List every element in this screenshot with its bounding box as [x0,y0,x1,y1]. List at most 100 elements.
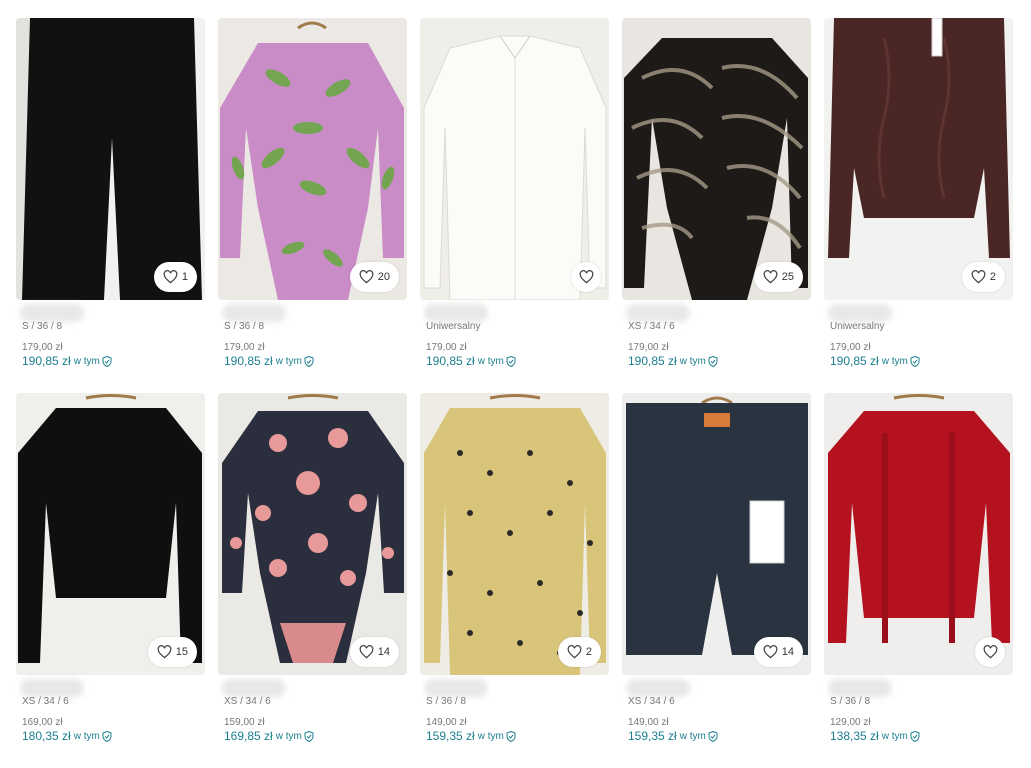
heart-icon [359,645,374,659]
favourite-button[interactable]: 14 [349,637,399,667]
white-shirt-photo [420,18,609,300]
favourite-button[interactable]: 20 [349,262,399,292]
size-label: Uniwersalny [830,321,885,332]
pants-photo [16,18,205,300]
heart-icon [359,270,374,284]
size-label: XS / 34 / 6 [628,321,675,332]
total-price[interactable]: 190,85 zł w tym [830,354,920,368]
size-label: S / 36 / 8 [224,321,265,332]
favourite-count: 2 [989,271,996,283]
product-card[interactable]: 15 XS / 34 / 6 169,00 zł 180,35 zł w tym [16,393,205,768]
includes-label: w tym [881,355,908,367]
heart-icon [983,645,997,659]
buyer-protection-shield-icon [102,730,112,742]
blurred-brand [424,304,488,322]
favourite-button[interactable]: 14 [753,637,803,667]
total-price[interactable]: 159,35 zł w tym [426,729,516,743]
favourite-count: 15 [175,646,188,658]
heart-icon [157,645,172,659]
total-price[interactable]: 190,85 zł w tym [22,354,112,368]
includes-label: w tym [275,730,302,742]
size-label: XS / 34 / 6 [224,696,271,707]
product-photo[interactable] [420,18,609,300]
product-photo[interactable]: 20 [218,18,407,300]
blurred-brand [424,679,488,697]
product-photo[interactable]: 15 [16,393,205,675]
total-price[interactable]: 190,85 zł w tym [628,354,718,368]
includes-label: w tym [679,730,706,742]
total-price-value: 159,35 zł [426,729,475,743]
product-card[interactable]: 2 Uniwersalny 179,00 zł 190,85 zł w tym [824,18,1013,393]
product-card[interactable]: 25 XS / 34 / 6 179,00 zł 190,85 zł w tym [622,18,811,393]
product-grid: 1 S / 36 / 8 179,00 zł 190,85 zł w tym 2… [16,18,1013,768]
favourite-button[interactable] [571,262,601,292]
buyer-protection-shield-icon [506,730,516,742]
product-photo[interactable]: 14 [622,393,811,675]
product-card[interactable]: S / 36 / 8 129,00 zł 138,35 zł w tym [824,393,1013,768]
red-cardigan-photo [824,393,1013,675]
includes-label: w tym [477,730,504,742]
item-price: 179,00 zł [224,342,265,353]
total-price[interactable]: 138,35 zł w tym [830,729,920,743]
product-card[interactable]: 1 S / 36 / 8 179,00 zł 190,85 zł w tym [16,18,205,393]
includes-label: w tym [679,355,706,367]
product-card[interactable]: Uniwersalny 179,00 zł 190,85 zł w tym [420,18,609,393]
body-green-photo [218,18,407,300]
total-price[interactable]: 159,35 zł w tym [628,729,718,743]
product-photo[interactable]: 1 [16,18,205,300]
total-price-value: 169,85 zł [224,729,273,743]
blurred-brand [222,304,286,322]
zebra-body-photo [622,18,811,300]
blurred-brand [222,679,286,697]
favourite-count: 2 [585,646,592,658]
heart-icon [579,270,593,284]
heart-icon [567,645,582,659]
favourite-count: 20 [377,271,390,283]
includes-label: w tym [881,730,908,742]
total-price[interactable]: 169,85 zł w tym [224,729,314,743]
item-price: 129,00 zł [830,717,871,728]
total-price-value: 138,35 zł [830,729,879,743]
total-price-value: 190,85 zł [426,354,475,368]
product-card[interactable]: 2 S / 36 / 8 149,00 zł 159,35 zł w tym [420,393,609,768]
total-price-value: 190,85 zł [224,354,273,368]
favourite-button[interactable]: 2 [961,262,1005,292]
product-card[interactable]: 14 XS / 34 / 6 149,00 zł 159,35 zł w tym [622,393,811,768]
blurred-brand [828,304,892,322]
leopard-blouse-photo [420,393,609,675]
includes-label: w tym [275,355,302,367]
product-photo[interactable] [824,393,1013,675]
favourite-button[interactable]: 2 [557,637,601,667]
product-photo[interactable]: 2 [420,393,609,675]
favourite-button[interactable] [975,637,1005,667]
product-card[interactable]: 20 S / 36 / 8 179,00 zł 190,85 zł w tym [218,18,407,393]
favourite-button[interactable]: 15 [147,637,197,667]
heart-icon [763,270,778,284]
favourite-count: 14 [377,646,390,658]
favourite-button[interactable]: 25 [753,262,803,292]
total-price-value: 159,35 zł [628,729,677,743]
size-label: XS / 34 / 6 [22,696,69,707]
item-price: 179,00 zł [830,342,871,353]
favourite-count: 14 [781,646,794,658]
blurred-brand [20,304,84,322]
total-price[interactable]: 190,85 zł w tym [224,354,314,368]
buyer-protection-shield-icon [910,355,920,367]
product-card[interactable]: 14 XS / 34 / 6 159,00 zł 169,85 zł w tym [218,393,407,768]
total-price-value: 190,85 zł [830,354,879,368]
total-price[interactable]: 180,35 zł w tym [22,729,112,743]
size-label: Uniwersalny [426,321,481,332]
size-label: XS / 34 / 6 [628,696,675,707]
size-label: S / 36 / 8 [426,696,467,707]
favourite-button[interactable]: 1 [153,262,197,292]
product-photo[interactable]: 2 [824,18,1013,300]
product-photo[interactable]: 14 [218,393,407,675]
item-price: 179,00 zł [22,342,63,353]
total-price[interactable]: 190,85 zł w tym [426,354,516,368]
buyer-protection-shield-icon [102,355,112,367]
product-photo[interactable]: 25 [622,18,811,300]
buyer-protection-shield-icon [506,355,516,367]
floral-body-photo [218,393,407,675]
buyer-protection-shield-icon [304,730,314,742]
item-price: 149,00 zł [426,717,467,728]
